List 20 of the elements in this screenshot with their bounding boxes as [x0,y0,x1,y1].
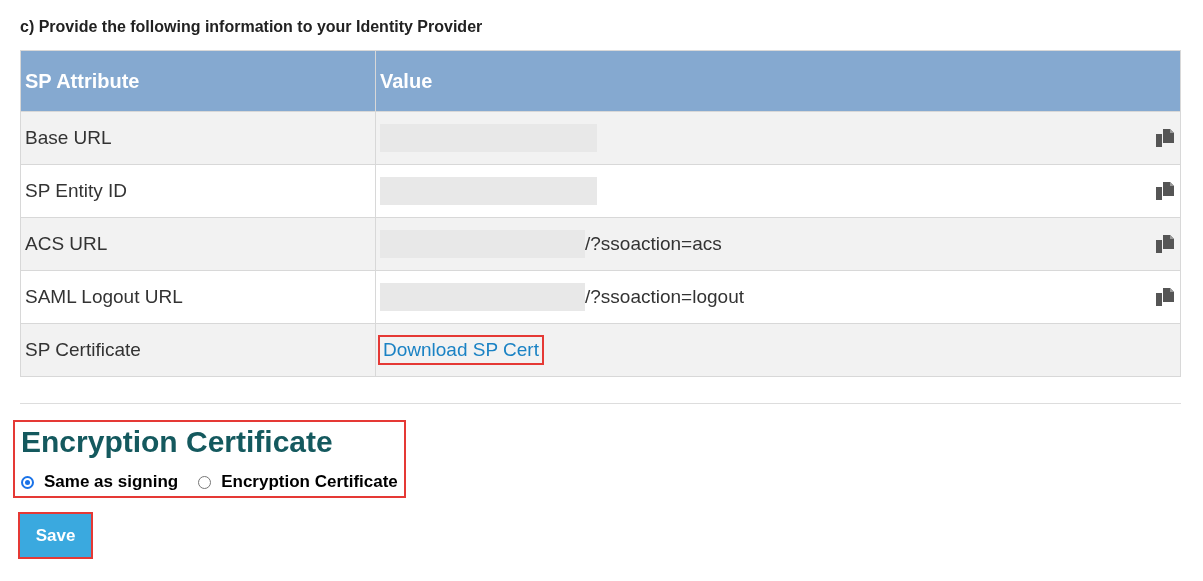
table-cell: SP Certificate [20,323,376,377]
download-link[interactable]: Download SP Cert [380,337,542,363]
table-cell: SP Entity ID [20,164,376,218]
section-title: Encryption Certificate [21,424,334,460]
column-header: SP Attribute [20,50,376,112]
radio-label[interactable]: Encryption Certificate [221,472,398,492]
column-header: Value [375,50,1181,112]
instruction-text: c) Provide the following information to your Identity Provider [20,18,484,36]
url-suffix: /?ssoaction=acs [585,233,722,255]
table-cell: SAML Logout URL [20,270,376,324]
copy-icon[interactable] [1154,233,1176,255]
copy-icon[interactable] [1154,180,1176,202]
table-cell: ACS URL [20,217,376,271]
table-cell: Base URL [20,111,376,165]
copy-icon[interactable] [1154,286,1176,308]
radio-label[interactable]: Same as signing [44,472,179,492]
copy-icon[interactable] [1154,127,1176,149]
radio-button[interactable] [198,475,212,489]
url-suffix: /?ssoaction=logout [585,286,744,308]
radio-button[interactable] [21,475,34,489]
